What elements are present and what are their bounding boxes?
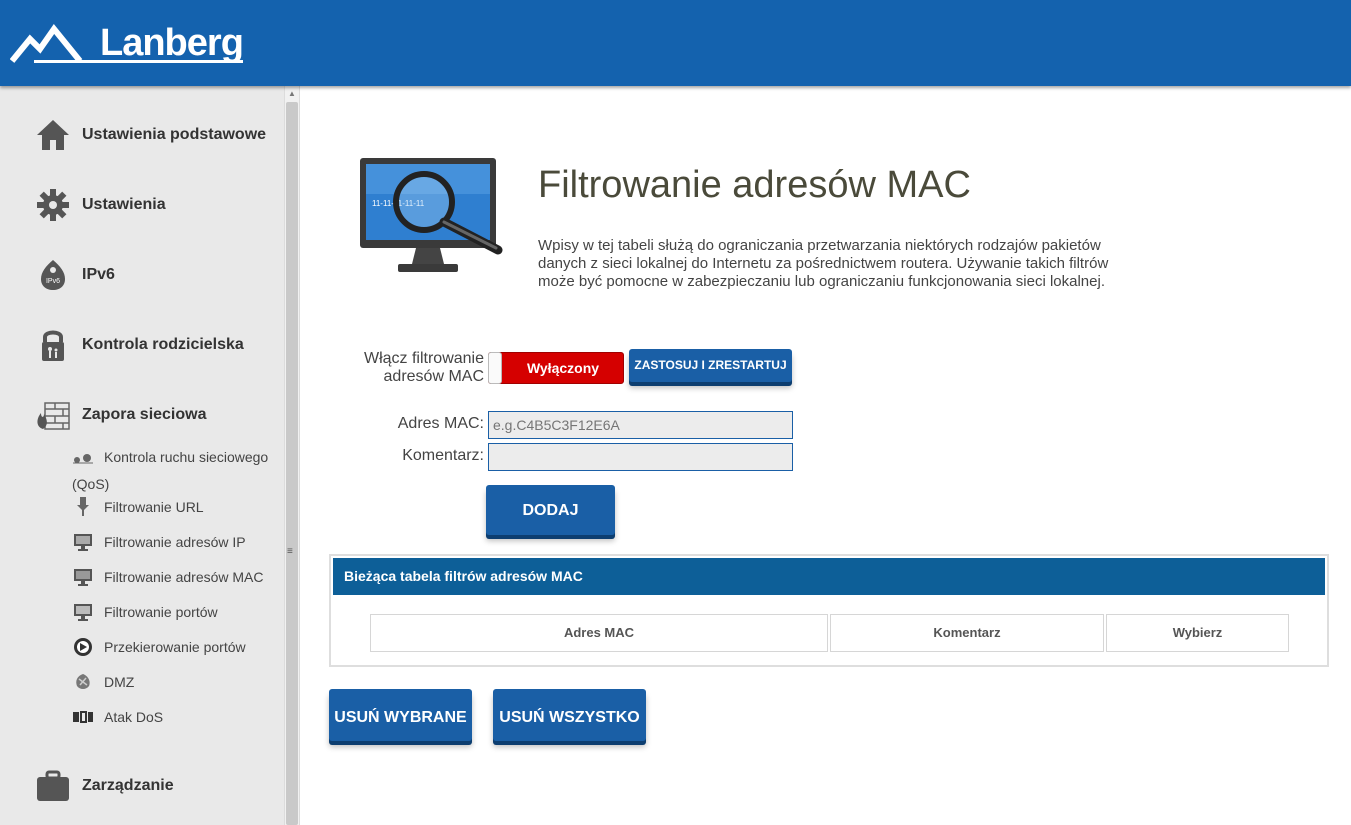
dmz-icon [72, 669, 94, 695]
sidebar-subitem-mac-filter[interactable]: Filtrowanie adresów MAC [72, 564, 264, 590]
mountain-logo-icon [10, 24, 83, 63]
url-filter-icon [72, 494, 94, 520]
sidebar: Ustawienia podstawowe Ustawienia IPv6 IP… [0, 86, 284, 825]
mac-filter-icon [72, 564, 94, 590]
ipv6-icon: IPv6 [34, 256, 72, 294]
logo-text: Lanberg [34, 21, 244, 64]
sidebar-subitem-port-forward[interactable]: Przekierowanie portów [72, 634, 246, 660]
gear-icon [34, 186, 72, 224]
lock-icon [34, 326, 72, 364]
sidebar-subitem-ip-filter[interactable]: Filtrowanie adresów IP [72, 529, 246, 555]
mac-filter-table: Bieżąca tabela filtrów adresów MAC Adres… [329, 554, 1329, 667]
scroll-grip-icon: ≡ [287, 546, 293, 557]
sidebar-item-basic-settings[interactable]: Ustawienia podstawowe [34, 116, 266, 154]
sidebar-subitem-url-filter[interactable]: Filtrowanie URL [72, 494, 204, 520]
top-header: Lanberg [0, 0, 1351, 86]
firewall-icon [34, 396, 72, 434]
home-icon [34, 116, 72, 154]
column-header-comment: Komentarz [830, 614, 1104, 652]
toggle-state-label: Wyłączony [526, 360, 600, 376]
port-filter-icon [72, 599, 94, 625]
scroll-thumb[interactable] [286, 102, 298, 825]
briefcase-icon [34, 767, 72, 805]
sidebar-item-management[interactable]: Zarządzanie [34, 767, 174, 805]
port-forward-icon [72, 634, 94, 660]
main-content: 11-11-11-11-11 Filtrowanie adresów MAC W… [300, 86, 1351, 825]
table-title: Bieżąca tabela filtrów adresów MAC [333, 558, 1325, 595]
ip-filter-icon [72, 529, 94, 555]
sidebar-subitem-port-filter[interactable]: Filtrowanie portów [72, 599, 218, 625]
toggle-knob[interactable] [488, 352, 502, 384]
sidebar-scrollbar[interactable]: ▲ ≡ [284, 86, 300, 825]
column-header-mac: Adres MAC [370, 614, 828, 652]
comment-input[interactable] [488, 443, 793, 471]
dos-icon [72, 704, 94, 730]
qos-icon [72, 445, 94, 471]
column-header-select: Wybierz [1106, 614, 1289, 652]
mac-filter-toggle[interactable]: Wyłączony [488, 352, 624, 384]
sidebar-item-ipv6[interactable]: IPv6 IPv6 [34, 256, 115, 294]
apply-and-restart-button[interactable]: ZASTOSUJ I ZRESTARTUJ [629, 349, 792, 382]
comment-label: Komentarz: [402, 447, 484, 464]
mac-address-label: Adres MAC: [397, 415, 484, 432]
enable-mac-filter-label: Włącz filtrowanie adresów MAC [363, 350, 484, 385]
sidebar-subitem-dos[interactable]: Atak DoS [72, 704, 163, 730]
add-button[interactable]: DODAJ [486, 485, 615, 535]
svg-text:IPv6: IPv6 [46, 278, 60, 285]
sidebar-subitem-qos[interactable]: Kontrola ruchu sieciowego (QoS) [72, 444, 272, 497]
sidebar-item-parental-control[interactable]: Kontrola rodzicielska [34, 326, 244, 364]
scroll-up-arrow-icon[interactable]: ▲ [285, 86, 299, 102]
sidebar-item-settings[interactable]: Ustawienia [34, 186, 166, 224]
sidebar-item-firewall[interactable]: Zapora sieciowa [34, 396, 207, 434]
lanberg-logo[interactable]: Lanberg [10, 18, 244, 68]
delete-selected-button[interactable]: USUŃ WYBRANE [329, 689, 472, 741]
delete-all-button[interactable]: USUŃ WSZYSTKO [493, 689, 646, 741]
sidebar-subitem-dmz[interactable]: DMZ [72, 669, 134, 695]
page-title: Filtrowanie adresów MAC [538, 164, 971, 206]
mac-address-input[interactable] [488, 411, 793, 439]
page-description: Wpisy w tej tabeli służą do ograniczania… [538, 237, 1109, 290]
mac-monitor-icon: 11-11-11-11-11 [358, 156, 508, 281]
